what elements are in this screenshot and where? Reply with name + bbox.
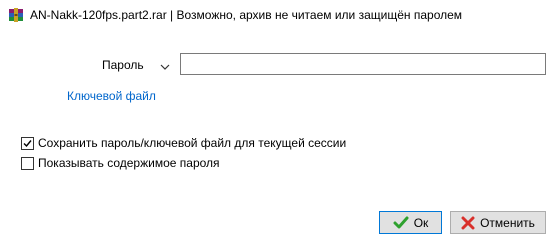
cancel-button[interactable]: Отменить [450,211,546,234]
check-icon [393,216,409,230]
show-password-option[interactable]: Показывать содержимое пароля [21,156,220,170]
ok-label: Ок [413,215,429,230]
winrar-archive-icon [8,7,24,23]
show-password-label: Показывать содержимое пароля [38,156,220,170]
window-title: AN-Nakk-120fps.part2.rar | Возможно, арх… [30,8,463,22]
ok-button[interactable]: Ок [379,211,442,234]
password-input[interactable] [180,53,546,75]
keyfile-link[interactable]: Ключевой файл [67,89,156,103]
password-label: Пароль [102,58,144,72]
title-bar[interactable]: AN-Nakk-120fps.part2.rar | Возможно, арх… [0,0,560,30]
save-password-option[interactable]: Сохранить пароль/ключевой файл для текущ… [21,136,346,150]
save-password-checkbox[interactable] [21,136,34,150]
show-password-checkbox[interactable] [21,156,34,170]
save-password-label: Сохранить пароль/ключевой файл для текущ… [38,136,347,150]
cancel-label: Отменить [480,215,535,230]
close-icon [461,216,475,230]
chevron-down-icon[interactable] [160,60,170,70]
checkmark-icon [23,139,32,147]
